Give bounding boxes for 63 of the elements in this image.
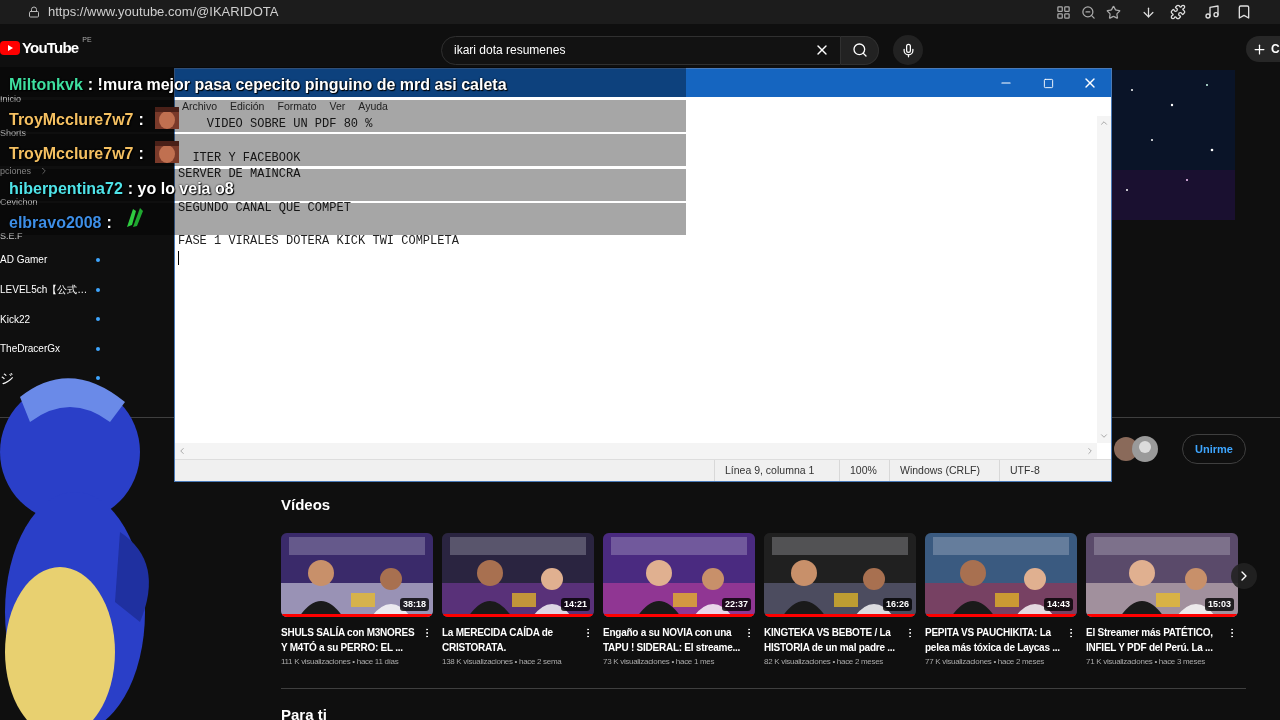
menu-item[interactable]: Ver bbox=[329, 101, 346, 112]
sidebar-item[interactable]: Cevichon bbox=[0, 197, 38, 207]
document-line: ITER Y FACEBOOK bbox=[191, 151, 301, 164]
status-text: Línea 9, columna 1 bbox=[725, 462, 815, 478]
address-bar-url[interactable]: https://www.youtube.com/@IKARIDOTA bbox=[48, 2, 279, 22]
video-title[interactable]: INFIEL Y PDF del Perú. La ... bbox=[1086, 640, 1226, 655]
video-title[interactable]: HISTORIA de un mal padre ... bbox=[764, 640, 904, 655]
video-meta: 71 K visualizaciones • hace 3 meses bbox=[1086, 656, 1207, 668]
menu-item[interactable]: Archivo bbox=[182, 101, 217, 112]
menu-item[interactable]: Ayuda bbox=[358, 101, 388, 112]
sidebar-item[interactable]: TheDracerGx bbox=[0, 341, 60, 357]
video-title[interactable]: SHULS SALÍA con M3NORES bbox=[281, 625, 421, 640]
video-thumbnail[interactable]: 14:21 bbox=[442, 533, 594, 617]
document-line: VIDEO SOBRE UN PDF 80 % bbox=[205, 118, 373, 131]
document-line: SERVER DE MAINCRA bbox=[178, 168, 301, 181]
video-title[interactable]: KINGTEKA VS BEBOTE / La bbox=[764, 625, 904, 640]
video-meta: 77 K visualizaciones • hace 2 meses bbox=[925, 656, 1046, 668]
sidebar-item[interactable]: AD Gamer bbox=[0, 252, 48, 268]
chat-message: : yo lo veia o8 bbox=[127, 180, 234, 197]
sidebar-item[interactable]: pciones bbox=[0, 166, 32, 176]
video-title[interactable]: CRISTORATA. bbox=[442, 640, 582, 655]
video-title[interactable]: PEPITA VS PAUCHIKITA: La bbox=[925, 625, 1065, 640]
video-meta: 138 K visualizaciones • hace 2 sema bbox=[442, 656, 563, 668]
chat-username: hiberpentina72 bbox=[9, 180, 123, 197]
chat-message: : bbox=[138, 111, 144, 128]
video-thumbnail[interactable]: 14:43 bbox=[925, 533, 1077, 617]
sidebar-item[interactable]: Inicio bbox=[0, 94, 21, 104]
search-field[interactable]: ikari dota resumenes bbox=[441, 35, 841, 65]
logo-text[interactable]: YouTube bbox=[22, 36, 79, 60]
video-title[interactable]: La MERECIDA CAÍDA de bbox=[442, 625, 582, 640]
create-button[interactable]: C bbox=[1246, 36, 1280, 62]
video-thumbnail[interactable]: 15:03 bbox=[1086, 533, 1238, 617]
section-heading: Para ti bbox=[281, 706, 327, 720]
sidebar-item[interactable]: ジ bbox=[0, 367, 14, 389]
document-line: FASE 1 VIRALES DOTERA KICK TWI COMPLETA bbox=[178, 235, 459, 248]
chat-message: : bbox=[138, 146, 144, 162]
menu-item[interactable]: Edición bbox=[230, 101, 265, 112]
sidebar-item[interactable]: LEVEL5ch【公式… bbox=[0, 282, 88, 298]
chat-username: TroyMcclure7w7 bbox=[9, 146, 134, 162]
chat-username: Miltonkvk bbox=[9, 77, 83, 93]
video-thumbnail[interactable]: 38:18 bbox=[281, 533, 433, 617]
chat-username: TroyMcclure7w7 bbox=[9, 111, 134, 128]
status-text: UTF-8 bbox=[1010, 462, 1040, 478]
status-text: 100% bbox=[850, 462, 877, 478]
document-line: SEGUNDO CANAL QUE COMPET bbox=[178, 201, 351, 214]
video-meta: 73 K visualizaciones • hace 1 mes bbox=[603, 656, 716, 668]
video-thumbnail[interactable]: 22:37 bbox=[603, 533, 755, 617]
menu-item[interactable]: Formato bbox=[277, 101, 317, 112]
video-title[interactable]: TAPU ! SIDERAL: El streame... bbox=[603, 640, 743, 655]
section-heading: Vídeos bbox=[281, 494, 331, 515]
video-title[interactable]: Engaño a su NOVIA con una bbox=[603, 625, 743, 640]
video-meta: 111 K visualizaciones • hace 11 días bbox=[281, 656, 400, 668]
chat-username: elbravo2008 bbox=[9, 215, 102, 231]
video-meta: 82 K visualizaciones • hace 2 meses bbox=[764, 656, 885, 668]
chat-message: : bbox=[106, 215, 112, 231]
sidebar-item[interactable]: Shorts bbox=[0, 128, 26, 138]
status-text: Windows (CRLF) bbox=[900, 462, 980, 478]
sidebar-item[interactable]: S.E.F bbox=[0, 231, 23, 241]
chat-message: : !mura mejor pasa cepecito pinguino de mrd asi caleta bbox=[87, 77, 507, 93]
video-title[interactable]: pelea más tóxica de Laycas ... bbox=[925, 640, 1065, 655]
video-title[interactable]: El Streamer más PATÉTICO, bbox=[1086, 625, 1226, 640]
video-title[interactable]: Y M4TÓ a su PERRO: EL ... bbox=[281, 640, 421, 655]
sidebar-item[interactable]: Kick22 bbox=[0, 311, 30, 327]
